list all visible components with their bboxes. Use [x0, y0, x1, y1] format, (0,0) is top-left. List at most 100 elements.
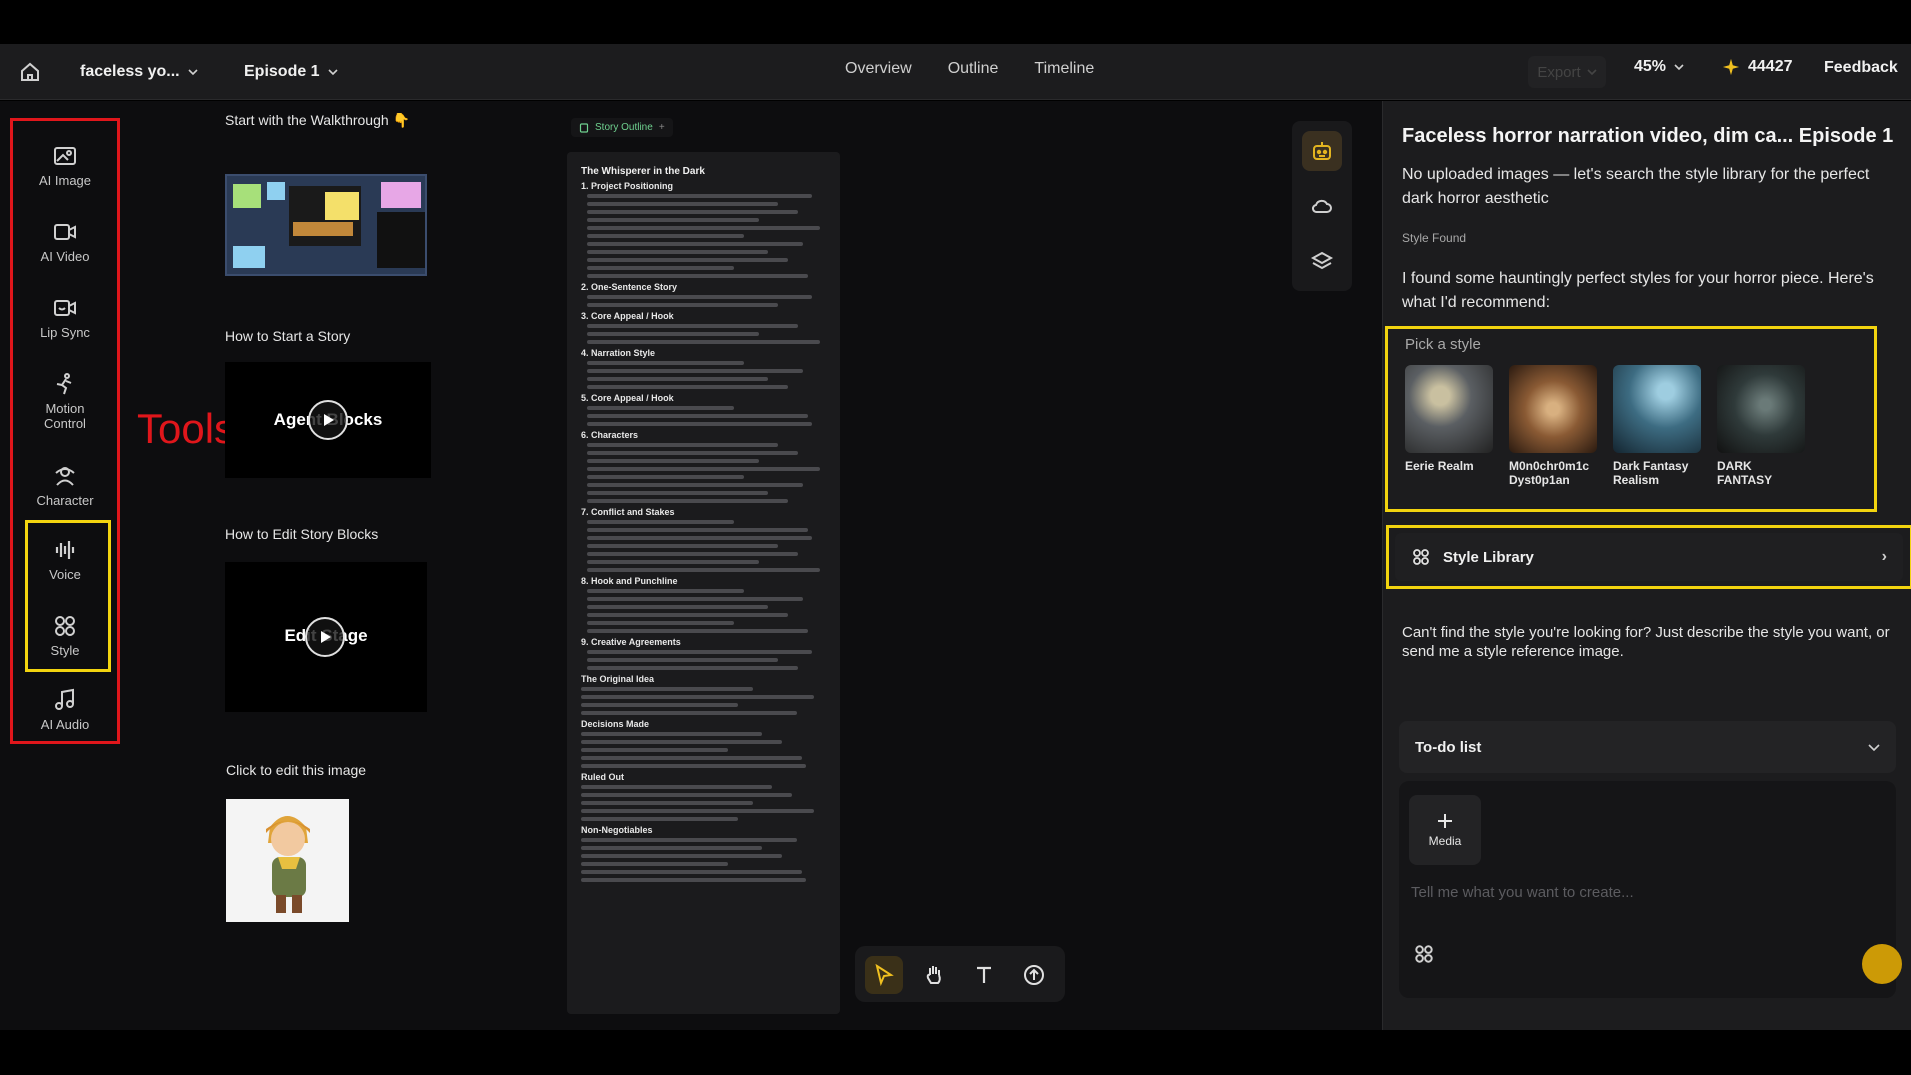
doc-text-line — [581, 695, 814, 699]
doc-section-heading: Non-Negotiables — [581, 825, 653, 835]
doc-text-line — [587, 266, 734, 270]
story-outline-tab-label: Story Outline — [595, 122, 653, 133]
style-card[interactable]: Dark Fantasy Realism — [1613, 365, 1701, 487]
tool-label: AI Video — [40, 249, 90, 264]
prompt-input[interactable] — [1411, 884, 1871, 901]
doc-text-line — [587, 451, 798, 455]
doc-section-heading: 2. One-Sentence Story — [581, 282, 678, 292]
edit-blocks-video[interactable]: Edit Stage — [225, 562, 427, 712]
style-picker: Pick a style Eerie Realm M0n0chr0m1c Dys… — [1385, 326, 1877, 512]
project-selector[interactable]: faceless yo... — [80, 58, 198, 86]
cursor-icon — [875, 963, 894, 987]
doc-text-line — [581, 854, 782, 858]
edit-blocks-title: How to Edit Story Blocks — [225, 526, 379, 542]
style-library-label: Style Library — [1443, 548, 1534, 566]
sticky-note — [381, 182, 421, 208]
top-letterbox — [0, 0, 1911, 44]
edit-image-title: Click to edit this image — [226, 762, 367, 778]
tool-motion-control[interactable]: Motion Control — [13, 371, 117, 431]
doc-text-line — [587, 303, 779, 307]
play-button[interactable] — [305, 617, 345, 657]
episode-selector[interactable]: Episode 1 — [244, 58, 338, 86]
doc-text-line — [587, 467, 820, 471]
tool-lip-sync[interactable]: Lip Sync — [13, 295, 117, 340]
todo-label: To-do list — [1415, 738, 1482, 756]
doc-text-line — [581, 764, 807, 768]
add-media-button[interactable]: Media — [1409, 795, 1481, 865]
doc-text-line — [581, 809, 814, 813]
send-button[interactable] — [1862, 944, 1902, 984]
doc-text-line — [581, 838, 797, 842]
doc-text-line — [587, 194, 813, 198]
style-library-button[interactable]: Style Library › — [1395, 533, 1903, 581]
upload-tool[interactable] — [1015, 956, 1053, 994]
tools-annotation: Tools — [137, 405, 236, 452]
zoom-selector[interactable]: 45% — [1634, 58, 1684, 76]
play-button[interactable] — [308, 400, 348, 440]
ai-image-icon — [54, 147, 76, 165]
doc-text-line — [587, 324, 798, 328]
project-name: faceless yo... — [80, 63, 180, 80]
walkthrough-title-text: Start with the Walkthrough — [225, 112, 389, 128]
doc-text-line — [587, 242, 803, 246]
cloud-button[interactable] — [1302, 186, 1342, 226]
style-card[interactable]: Eerie Realm — [1405, 365, 1493, 473]
doc-text-line — [587, 666, 798, 670]
walkthrough-board-thumbnail[interactable] — [225, 174, 427, 276]
agent-chat-panel: Faceless horror narration video, dim ca.… — [1382, 101, 1911, 1030]
doc-text-line — [587, 491, 769, 495]
text-tool[interactable] — [965, 956, 1003, 994]
style-card[interactable]: M0n0chr0m1c Dyst0p1an — [1509, 365, 1597, 487]
ai-video-icon — [54, 224, 76, 240]
tool-ai-image[interactable]: AI Image — [13, 143, 117, 188]
tool-ai-video[interactable]: AI Video — [13, 219, 117, 264]
plus-icon[interactable]: + — [659, 122, 665, 133]
plus-icon — [1438, 814, 1452, 828]
doc-text-line — [587, 589, 744, 593]
chevron-down-icon — [188, 69, 198, 76]
chevron-down-icon — [328, 69, 338, 76]
todo-list-toggle[interactable]: To-do list — [1399, 721, 1896, 773]
doc-text-line — [587, 234, 744, 238]
layers-button[interactable] — [1302, 241, 1342, 281]
doc-section-heading: 4. Narration Style — [581, 348, 656, 358]
doc-section-heading: The Original Idea — [581, 674, 655, 684]
agent-button[interactable] — [1302, 131, 1342, 171]
doc-section-heading: Ruled Out — [581, 772, 624, 782]
doc-text-line — [581, 801, 753, 805]
chevron-down-icon — [1868, 744, 1880, 752]
tool-ai-audio[interactable]: AI Audio — [13, 687, 117, 732]
doc-text-line — [587, 258, 788, 262]
story-outline-tab[interactable]: Story Outline + — [571, 118, 673, 137]
pick-style-label: Pick a style — [1405, 336, 1481, 353]
doc-section-heading: 1. Project Positioning — [581, 181, 674, 191]
robot-icon — [1313, 142, 1331, 160]
tool-character[interactable]: Character — [13, 463, 117, 508]
start-story-video[interactable]: Agent Blocks — [225, 362, 431, 478]
sticky-note — [325, 192, 359, 220]
style-picker-button[interactable] — [1413, 943, 1439, 969]
doc-text-line — [581, 817, 738, 821]
feedback-button[interactable]: Feedback — [1824, 59, 1898, 77]
ai-audio-icon — [55, 688, 74, 710]
style-library-icon — [1413, 549, 1429, 565]
story-outline-document[interactable]: The Whisperer in the Dark 1. Project Pos… — [567, 152, 840, 1014]
doc-text-line — [587, 475, 744, 479]
select-tool[interactable] — [865, 956, 903, 994]
style-name: M0n0chr0m1c Dyst0p1an — [1509, 459, 1590, 487]
tab-overview[interactable]: Overview — [845, 60, 912, 78]
home-button[interactable] — [18, 60, 42, 84]
media-label: Media — [1428, 834, 1462, 848]
doc-text-line — [587, 274, 808, 278]
doc-text-line — [587, 621, 734, 625]
upload-icon — [1024, 965, 1044, 985]
tab-timeline[interactable]: Timeline — [1034, 60, 1094, 78]
hand-tool[interactable] — [915, 956, 953, 994]
doc-text-line — [581, 785, 773, 789]
character-image[interactable] — [226, 799, 349, 922]
tab-outline[interactable]: Outline — [948, 60, 999, 78]
export-button[interactable]: Export — [1528, 56, 1606, 88]
style-thumbnail — [1509, 365, 1597, 453]
style-card[interactable]: DARK FANTASY — [1717, 365, 1805, 487]
credits-balance[interactable]: 44427 — [1722, 58, 1793, 76]
